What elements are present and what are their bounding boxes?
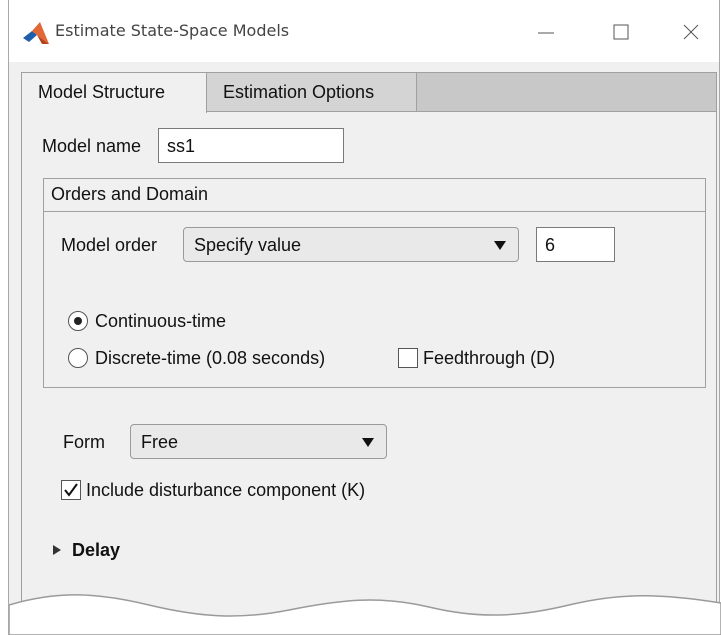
minimize-icon[interactable] <box>524 14 568 50</box>
feedthrough-checkbox[interactable] <box>398 348 418 368</box>
close-icon[interactable] <box>669 14 713 50</box>
torn-edge-decoration <box>9 594 721 635</box>
form-selected: Free <box>141 432 179 452</box>
delay-section-toggle[interactable]: Delay <box>72 540 120 561</box>
continuous-time-label: Continuous-time <box>95 311 227 331</box>
form-dropdown[interactable]: Free <box>130 424 387 459</box>
model-name-label: Model name <box>42 136 142 156</box>
model-order-value-input[interactable]: 6 <box>536 227 615 262</box>
title-bar: Estimate State-Space Models <box>9 0 719 62</box>
model-order-dropdown[interactable]: Specify value <box>183 227 519 262</box>
checkmark-icon <box>64 483 78 497</box>
model-order-selected: Specify value <box>194 235 302 255</box>
model-order-label: Model order <box>61 235 158 255</box>
tab-estimation-options[interactable]: Estimation Options <box>207 72 417 112</box>
model-name-input[interactable]: ss1 <box>158 128 344 163</box>
dropdown-arrow-icon <box>494 241 506 250</box>
feedthrough-label: Feedthrough (D) <box>423 348 556 368</box>
estimate-ss-dialog: Estimate State-Space Models Model Struct… <box>8 0 721 635</box>
discrete-time-radio[interactable] <box>68 348 88 368</box>
discrete-time-label: Discrete-time (0.08 seconds) <box>95 348 326 368</box>
dropdown-arrow-icon <box>362 438 374 447</box>
tab-model-structure[interactable]: Model Structure <box>21 72 207 113</box>
window-title: Estimate State-Space Models <box>55 21 290 40</box>
expand-arrow-icon[interactable] <box>53 545 61 555</box>
maximize-icon[interactable] <box>599 14 643 50</box>
form-label: Form <box>63 432 105 452</box>
continuous-time-radio[interactable] <box>68 311 88 331</box>
disturbance-checkbox[interactable] <box>61 480 81 500</box>
disturbance-label: Include disturbance component (K) <box>86 480 366 500</box>
orders-domain-header: Orders and Domain <box>43 178 706 212</box>
matlab-logo-icon <box>23 22 49 44</box>
